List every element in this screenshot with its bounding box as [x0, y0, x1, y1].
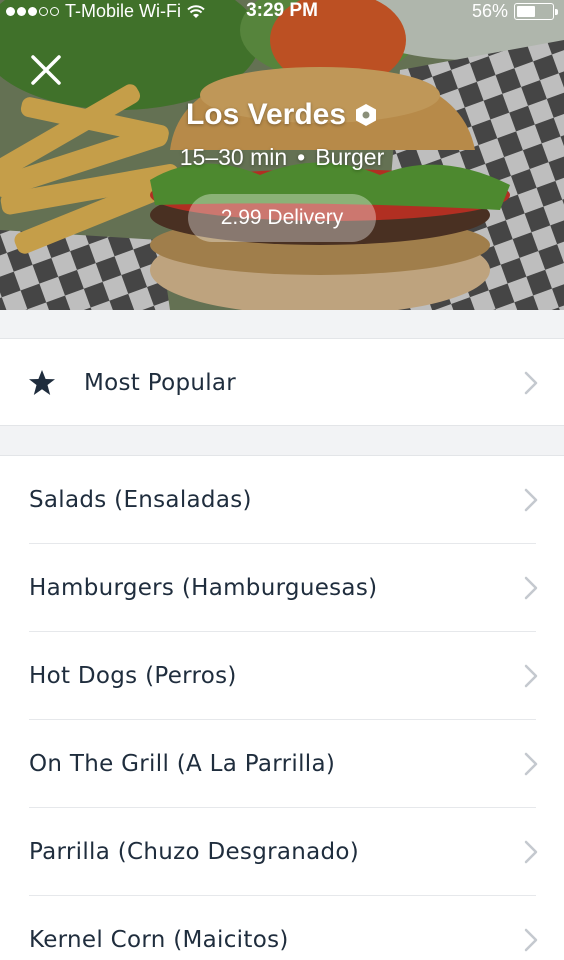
category-label: Parrilla (Chuzo Desgranado)	[29, 838, 360, 865]
chevron-right-icon	[524, 752, 538, 776]
restaurant-name: Los Verdes	[0, 98, 564, 132]
chevron-right-icon	[524, 488, 538, 512]
category-row[interactable]: Hot Dogs (Perros)	[29, 632, 538, 720]
chevron-right-icon	[524, 371, 538, 395]
battery-fill	[517, 6, 535, 17]
category-row[interactable]: Parrilla (Chuzo Desgranado)	[29, 808, 538, 896]
restaurant-header: T-Mobile Wi-Fi 3:29 PM 56% Los Verdes 15…	[0, 0, 564, 310]
restaurant-name-text: Los Verdes	[185, 98, 347, 131]
chevron-right-icon	[524, 840, 538, 864]
category-label: Salads (Ensaladas)	[29, 486, 252, 513]
most-popular-row[interactable]: Most Popular	[0, 339, 564, 427]
restaurant-meta: 15–30 min • Burger	[0, 144, 564, 171]
chevron-right-icon	[524, 664, 538, 688]
star-icon	[29, 370, 55, 395]
category-label: Hamburgers (Hamburguesas)	[29, 574, 378, 601]
category-label: Kernel Corn (Maicitos)	[29, 927, 289, 953]
meta-separator: •	[297, 144, 306, 170]
category-row[interactable]: Kernel Corn (Maicitos)	[29, 896, 538, 960]
status-right: 56%	[471, 1, 558, 22]
chevron-right-icon	[524, 576, 538, 600]
status-bar: T-Mobile Wi-Fi 3:29 PM 56%	[0, 0, 564, 26]
delivery-eta: 15–30 min	[179, 144, 288, 170]
category-row[interactable]: Salads (Ensaladas)	[29, 456, 538, 544]
category-label: On The Grill (A La Parrilla)	[29, 750, 336, 777]
most-popular-section: Most Popular	[0, 338, 564, 426]
battery-percent: 56%	[471, 1, 508, 21]
delivery-fee-badge: 2.99 Delivery	[188, 194, 376, 242]
category-row[interactable]: On The Grill (A La Parrilla)	[29, 720, 538, 808]
cuisine-type: Burger	[315, 144, 385, 170]
battery-icon	[514, 3, 558, 20]
menu-categories: Salads (Ensaladas) Hamburgers (Hamburgue…	[0, 455, 564, 960]
chevron-right-icon	[524, 928, 538, 952]
category-label: Hot Dogs (Perros)	[29, 662, 237, 689]
verified-badge-icon	[356, 104, 377, 126]
close-icon[interactable]	[26, 50, 66, 90]
category-row[interactable]: Hamburgers (Hamburguesas)	[29, 544, 538, 632]
most-popular-label: Most Popular	[84, 370, 237, 396]
